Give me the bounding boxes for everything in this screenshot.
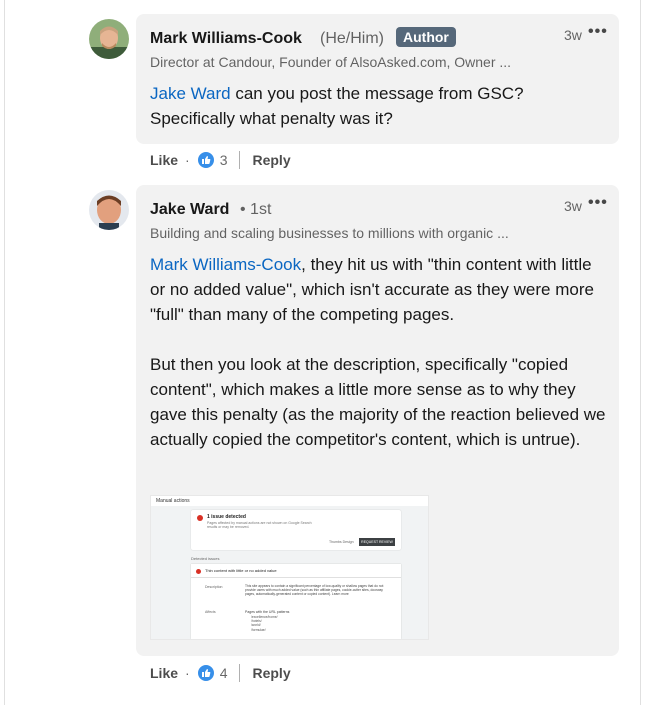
like-reaction-icon[interactable]	[196, 151, 215, 169]
author-headline: Director at Candour, Founder of AlsoAske…	[150, 54, 512, 70]
issue-detail-card: Thin content with little or no added val…	[191, 564, 401, 639]
avatar-jake-ward[interactable]	[89, 190, 129, 230]
comment-attachment-image[interactable]: Manual actions 1 issue detected Pages af…	[150, 495, 429, 640]
comment-timestamp: 3w	[564, 27, 582, 43]
separator-dot: ·	[185, 152, 190, 168]
more-options-icon[interactable]: •••	[588, 194, 608, 212]
thread-left-border	[4, 0, 5, 705]
separator-dot: ·	[185, 665, 190, 681]
comment-text: Mark Williams-Cook, they hit us with "th…	[150, 255, 606, 449]
like-reaction-icon[interactable]	[196, 664, 215, 682]
issues-card: 1 issue detected Pages affected by manua…	[191, 510, 401, 550]
author-headline: Building and scaling businesses to milli…	[150, 225, 509, 241]
action-divider	[239, 151, 241, 169]
comment-author-name[interactable]: Jake Ward	[150, 201, 229, 219]
author-pronouns: (He/Him)	[320, 30, 384, 47]
connection-degree: • 1st	[240, 201, 272, 218]
avatar-photo-icon	[89, 19, 129, 59]
comment-bubble: Mark Williams-Cook (He/Him) Author 3w ••…	[136, 14, 619, 144]
reaction-count[interactable]: 4	[220, 665, 228, 681]
comment-actions: Like · 3 Reply	[150, 150, 291, 170]
avatar-photo-icon	[89, 190, 129, 230]
error-icon	[196, 569, 201, 574]
mention-link[interactable]: Jake Ward	[150, 84, 231, 103]
reply-button[interactable]: Reply	[252, 665, 290, 681]
error-icon	[197, 515, 203, 521]
comment-author-name[interactable]: Mark Williams-Cook	[150, 30, 302, 48]
action-divider	[239, 664, 241, 682]
author-badge: Author	[396, 27, 456, 47]
like-button[interactable]: Like	[150, 152, 178, 168]
comment-text: Jake Ward can you post the message from …	[150, 84, 524, 128]
attachment-title: Manual actions	[156, 498, 190, 504]
more-options-icon[interactable]: •••	[588, 23, 608, 41]
comment-actions: Like · 4 Reply	[150, 663, 291, 683]
reaction-count[interactable]: 3	[220, 152, 228, 168]
avatar-mark-williams-cook[interactable]	[89, 19, 129, 59]
thread-right-border	[640, 0, 641, 705]
mention-link[interactable]: Mark Williams-Cook	[150, 255, 301, 274]
reply-button[interactable]: Reply	[252, 152, 290, 168]
affected-paths: /excellence/home/ /hotels/ /world/ /form…	[251, 615, 278, 632]
like-button[interactable]: Like	[150, 665, 178, 681]
comment-timestamp: 3w	[564, 198, 582, 214]
